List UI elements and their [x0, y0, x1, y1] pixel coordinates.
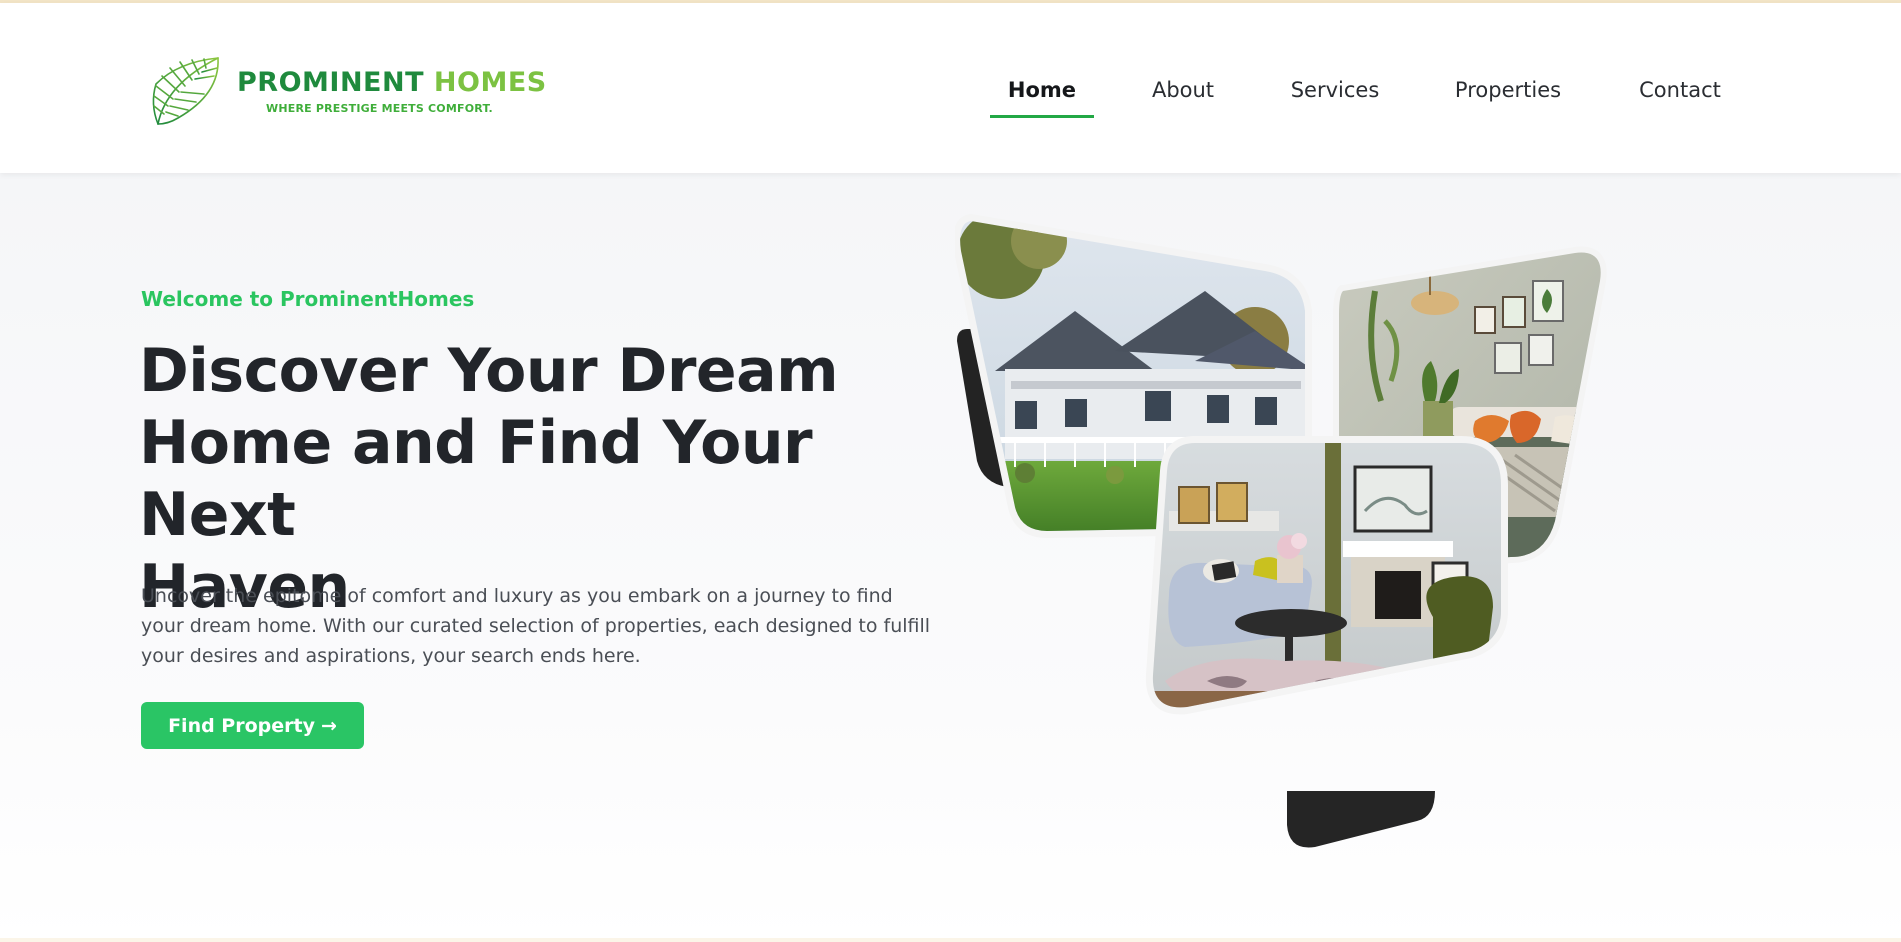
nav-contact-label: Contact	[1639, 78, 1721, 102]
nav-about-label: About	[1151, 78, 1215, 102]
site-header: PROMINENT HOMES WHERE PRESTIGE MEETS COM…	[0, 3, 1901, 173]
hero-section: Welcome to ProminentHomes Discover Your …	[0, 173, 1901, 942]
nav-services-label: Services	[1290, 78, 1380, 102]
living-room-photo	[1145, 436, 1508, 715]
nav-active-underline	[990, 115, 1094, 118]
nav-home-label: Home	[1007, 78, 1077, 102]
hero-headline: Discover Your Dream Home and Find Your N…	[139, 335, 939, 623]
nav-properties-label: Properties	[1454, 78, 1562, 102]
nav-about[interactable]: About	[1138, 73, 1228, 125]
hero-description: Uncover the epitome of comfort and luxur…	[141, 585, 931, 667]
hero-headline-line1: Discover Your Dream	[139, 336, 839, 406]
bottom-accent-strip	[0, 938, 1901, 942]
find-property-label: Find Property	[168, 714, 315, 737]
main-nav: Home About Services Properties Contact	[0, 73, 1901, 125]
property-image-collage	[955, 211, 1775, 851]
find-property-button[interactable]: Find Property →	[141, 702, 364, 749]
nav-properties[interactable]: Properties	[1449, 73, 1567, 125]
nav-services[interactable]: Services	[1284, 73, 1386, 125]
nav-home[interactable]: Home	[990, 73, 1094, 125]
hero-headline-line2: Home and Find Your Next	[139, 408, 813, 550]
dark-accent-shape-bottom	[1287, 791, 1435, 848]
collage-graphic	[955, 213, 1607, 848]
nav-contact[interactable]: Contact	[1630, 73, 1730, 125]
hero-eyebrow: Welcome to ProminentHomes	[141, 287, 475, 311]
arrow-right-icon: →	[321, 714, 337, 737]
